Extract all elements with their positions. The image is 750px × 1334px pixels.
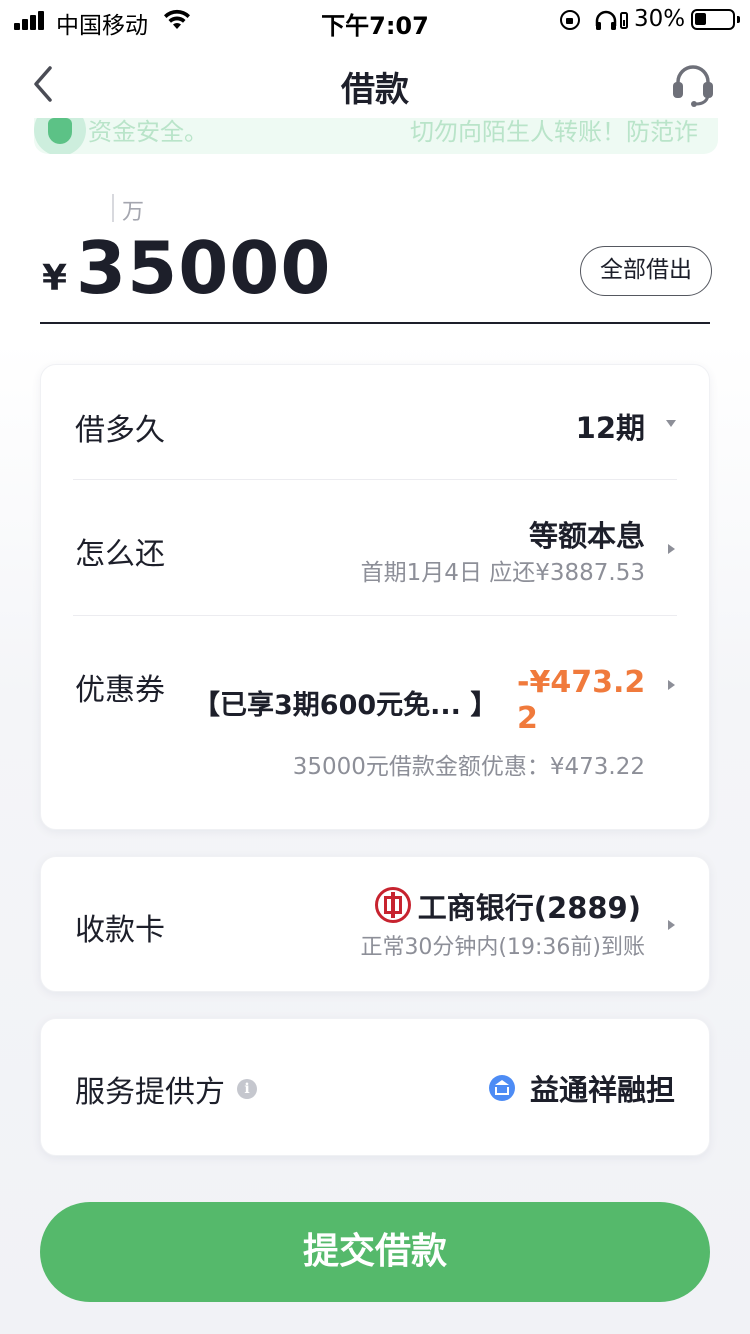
icbc-logo-icon <box>375 887 411 923</box>
amount-unit-hint: 万 <box>122 200 145 225</box>
shield-icon <box>34 118 86 154</box>
arrival-time: 正常30分钟内(19:36前)到账 <box>360 935 645 960</box>
repayment-label: 怎么还 <box>75 537 165 572</box>
coupon-detail: 35000元借款金额优惠：¥473.22 <box>292 754 645 780</box>
provider-name: 益通祥融担 <box>529 1073 675 1107</box>
submit-loan-button[interactable]: 提交借款 <box>40 1202 710 1302</box>
notice-text-right: 切勿向陌生人转账！防范诈 <box>410 118 698 146</box>
amount-cursor <box>112 194 114 222</box>
loan-amount-input[interactable]: 35000 <box>76 226 332 310</box>
currency-symbol: ¥ <box>42 258 68 299</box>
amount-underline <box>40 322 710 324</box>
borrow-all-button[interactable]: 全部借出 <box>580 246 712 296</box>
receiving-card-row[interactable]: 收款卡 工商银行(2889) 正常30分钟内(19:36前)到账 <box>40 856 710 992</box>
caret-right-icon <box>668 920 675 930</box>
headset-icon[interactable] <box>668 60 718 110</box>
service-provider-card: 服务提供方 i 益通祥融担 <box>40 1018 710 1156</box>
loan-details-card: 借多久 12期 怎么还 等额本息 首期1月4日 应还¥3887.53 优惠券 【… <box>40 364 710 830</box>
term-label: 借多久 <box>75 413 165 448</box>
page-title: 借款 <box>341 70 409 110</box>
rotation-lock-icon <box>560 10 580 30</box>
battery-icon <box>691 9 740 30</box>
notice-text-left: 资金安全。 <box>88 118 208 146</box>
caret-down-icon <box>666 420 676 427</box>
divider <box>73 479 677 480</box>
coupon-description: 【已享3期600元免... 】 <box>193 690 498 721</box>
first-payment-info: 首期1月4日 应还¥3887.53 <box>360 560 645 586</box>
headphones-icon <box>595 10 628 30</box>
coupon-label: 优惠券 <box>75 673 165 708</box>
bank-name: 工商银行(2889) <box>417 891 641 925</box>
status-bar: 中国移动 下午7:07 30% <box>0 0 750 40</box>
navigation-bar: 借款 <box>0 50 750 120</box>
caret-right-icon <box>668 680 675 690</box>
battery-percentage: 30% <box>634 6 686 32</box>
receiving-card-label: 收款卡 <box>75 913 165 948</box>
repayment-method: 等额本息 <box>528 519 645 553</box>
coupon-discount: -¥473.22 <box>517 665 646 736</box>
term-value: 12期 <box>575 411 645 445</box>
info-icon[interactable]: i <box>237 1079 257 1099</box>
caret-right-icon <box>668 544 675 554</box>
provider-label: 服务提供方 <box>75 1075 225 1110</box>
safety-notice-banner: 资金安全。 切勿向陌生人转账！防范诈 <box>34 118 718 154</box>
divider <box>73 615 677 616</box>
bank-building-icon <box>489 1075 515 1101</box>
